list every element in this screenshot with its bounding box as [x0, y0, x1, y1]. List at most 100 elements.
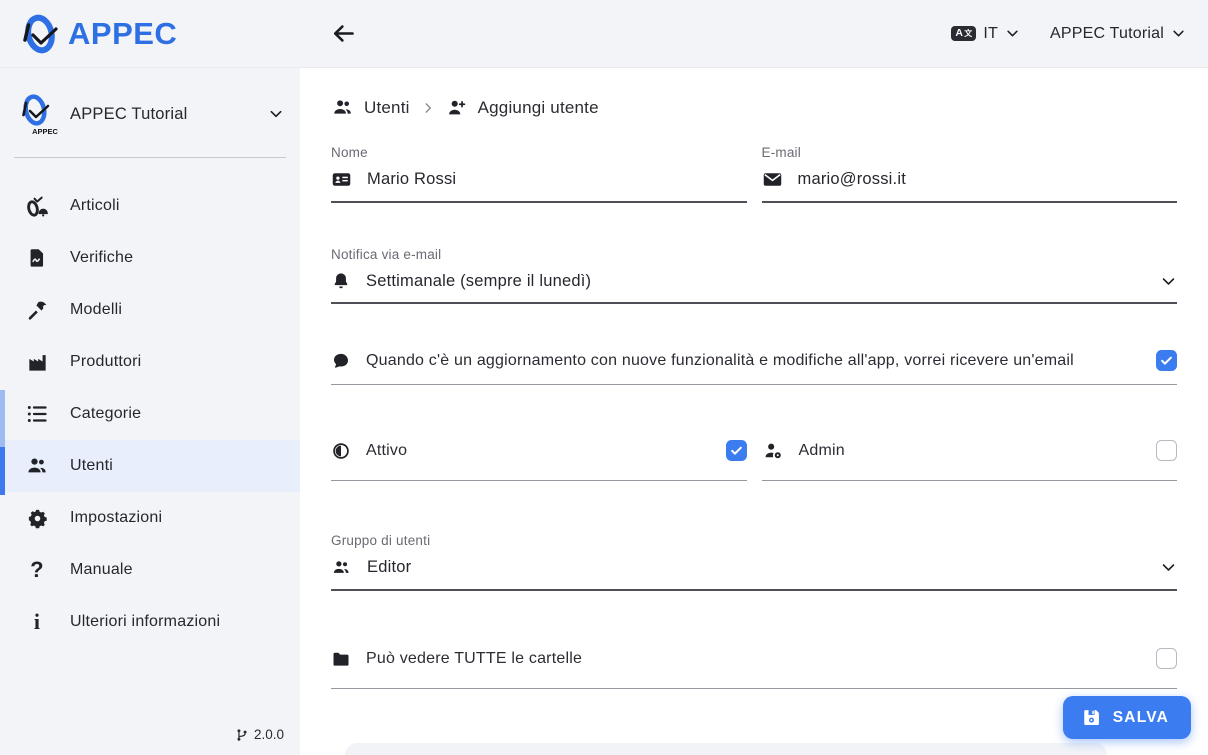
toggle-contrast-icon [331, 441, 351, 461]
sidebar-item-label: Modelli [70, 301, 122, 319]
users-icon [331, 96, 354, 119]
notifica-label: Notifica via e-mail [331, 247, 1177, 262]
tenant-name: APPEC Tutorial [1050, 25, 1164, 43]
save-button[interactable]: SALVA [1063, 696, 1191, 739]
sidebar: APPEC APPEC Tutorial [0, 68, 300, 755]
arrow-left-icon [330, 20, 357, 47]
envelope-icon [762, 169, 783, 190]
language-code: IT [983, 25, 998, 43]
git-branch-icon [235, 728, 249, 742]
admin-checkbox[interactable] [1156, 440, 1177, 461]
user-shield-icon [762, 440, 784, 462]
document-check-icon [25, 246, 49, 270]
folder-icon [331, 649, 351, 669]
top-header: APPEC A文 IT APPEC Tutorial [0, 0, 1208, 68]
chevron-down-icon [1171, 26, 1186, 41]
email-label: E-mail [762, 145, 1178, 160]
sidebar-item-manuale[interactable]: ? Manuale [0, 544, 300, 596]
gear-icon [25, 506, 49, 530]
appec-logo-small-icon: APPEC [18, 90, 58, 138]
save-button-label: SALVA [1113, 709, 1169, 727]
next-section-card [345, 743, 1107, 755]
sidebar-scrollbar[interactable] [0, 390, 5, 495]
back-button[interactable] [326, 17, 360, 51]
save-icon [1081, 707, 1102, 728]
email-value: mario@rossi.it [798, 170, 906, 189]
app-window: APPEC A文 IT APPEC Tutorial [0, 0, 1208, 755]
notifica-select[interactable]: Settimanale (sempre il lunedì) [331, 271, 1177, 304]
chevron-down-icon [1160, 559, 1177, 576]
sidebar-item-categorie[interactable]: Categorie [0, 388, 300, 440]
chat-bubble-icon [331, 351, 351, 371]
sidebar-item-label: Ulteriori informazioni [70, 613, 220, 631]
email-input[interactable]: mario@rossi.it [762, 169, 1178, 203]
gruppo-select[interactable]: Editor [331, 557, 1177, 591]
nome-field: Nome Mario Rossi [331, 145, 747, 203]
nome-input[interactable]: Mario Rossi [331, 169, 747, 203]
sidebar-item-utenti[interactable]: Utenti [0, 440, 300, 492]
chevron-down-icon [268, 106, 284, 122]
breadcrumb: Utenti Aggiungi utente [331, 96, 1177, 119]
user-plus-icon [446, 97, 468, 119]
sidebar-item-ulteriori-informazioni[interactable]: i Ulteriori informazioni [0, 596, 300, 648]
admin-row: Admin [762, 433, 1178, 481]
gruppo-field: Gruppo di utenti Editor [331, 533, 1177, 591]
logo-text: APPEC [68, 16, 177, 52]
sidebar-item-label: Verifiche [70, 249, 133, 267]
language-selector[interactable]: A文 IT [951, 25, 1020, 43]
info-icon: i [25, 610, 49, 634]
hammer-icon [25, 298, 49, 322]
sidebar-item-label: Produttori [70, 353, 141, 371]
climbing-gear-icon [25, 194, 49, 218]
gruppo-value: Editor [367, 558, 411, 577]
bell-icon [331, 271, 351, 291]
notifica-field: Notifica via e-mail Settimanale (sempre … [331, 247, 1177, 304]
aggiornamenti-row: Quando c'è un aggiornamento con nuove fu… [331, 350, 1177, 385]
chevron-right-icon [421, 101, 435, 115]
sidebar-item-label: Categorie [70, 405, 141, 423]
cartelle-checkbox[interactable] [1156, 648, 1177, 669]
aggiornamenti-text: Quando c'è un aggiornamento con nuove fu… [366, 351, 1141, 371]
header-right-group: A文 IT APPEC Tutorial [951, 25, 1208, 43]
sidebar-item-modelli[interactable]: Modelli [0, 284, 300, 336]
sidebar-item-verifiche[interactable]: Verifiche [0, 232, 300, 284]
sidebar-item-label: Manuale [70, 561, 133, 579]
users-group-icon [331, 557, 352, 578]
scrollbar-segment-light [0, 390, 5, 447]
sidebar-item-impostazioni[interactable]: Impostazioni [0, 492, 300, 544]
email-field: E-mail mario@rossi.it [762, 145, 1178, 203]
appec-logo-icon [20, 10, 66, 58]
aggiornamenti-checkbox[interactable] [1156, 350, 1177, 371]
app-logo[interactable]: APPEC [0, 10, 300, 58]
breadcrumb-utenti-link[interactable]: Utenti [364, 98, 410, 118]
list-icon [25, 402, 49, 426]
id-card-icon [331, 169, 352, 190]
sidebar-item-produttori[interactable]: Produttori [0, 336, 300, 388]
breadcrumb-current-page: Aggiungi utente [478, 98, 599, 118]
admin-label: Admin [799, 441, 845, 461]
translate-icon: A文 [951, 26, 976, 42]
app-version: 2.0.0 [235, 727, 284, 742]
tenant-selector[interactable]: APPEC Tutorial [1050, 25, 1186, 43]
sidebar-item-label: Articoli [70, 197, 120, 215]
workspace-selector[interactable]: APPEC APPEC Tutorial [18, 88, 284, 140]
notifica-value: Settimanale (sempre il lunedì) [366, 272, 591, 291]
nome-label: Nome [331, 145, 747, 160]
main-content: Utenti Aggiungi utente Nome [300, 68, 1208, 755]
svg-text:APPEC: APPEC [32, 127, 58, 136]
sidebar-nav: Articoli Verifiche [0, 180, 300, 648]
attivo-checkbox[interactable] [726, 440, 747, 461]
sidebar-item-articoli[interactable]: Articoli [0, 180, 300, 232]
cartelle-label: Può vedere TUTTE le cartelle [366, 649, 582, 669]
attivo-label: Attivo [366, 441, 407, 461]
users-icon [25, 454, 49, 478]
factory-icon [25, 350, 49, 374]
chevron-down-icon [1160, 273, 1177, 290]
scrollbar-segment-dark [0, 447, 5, 495]
sidebar-divider [14, 157, 286, 158]
attivo-row: Attivo [331, 433, 747, 481]
cartelle-row: Può vedere TUTTE le cartelle [331, 641, 1177, 689]
workspace-name: APPEC Tutorial [70, 105, 268, 124]
sidebar-item-label: Utenti [70, 457, 113, 475]
nome-value: Mario Rossi [367, 170, 456, 189]
